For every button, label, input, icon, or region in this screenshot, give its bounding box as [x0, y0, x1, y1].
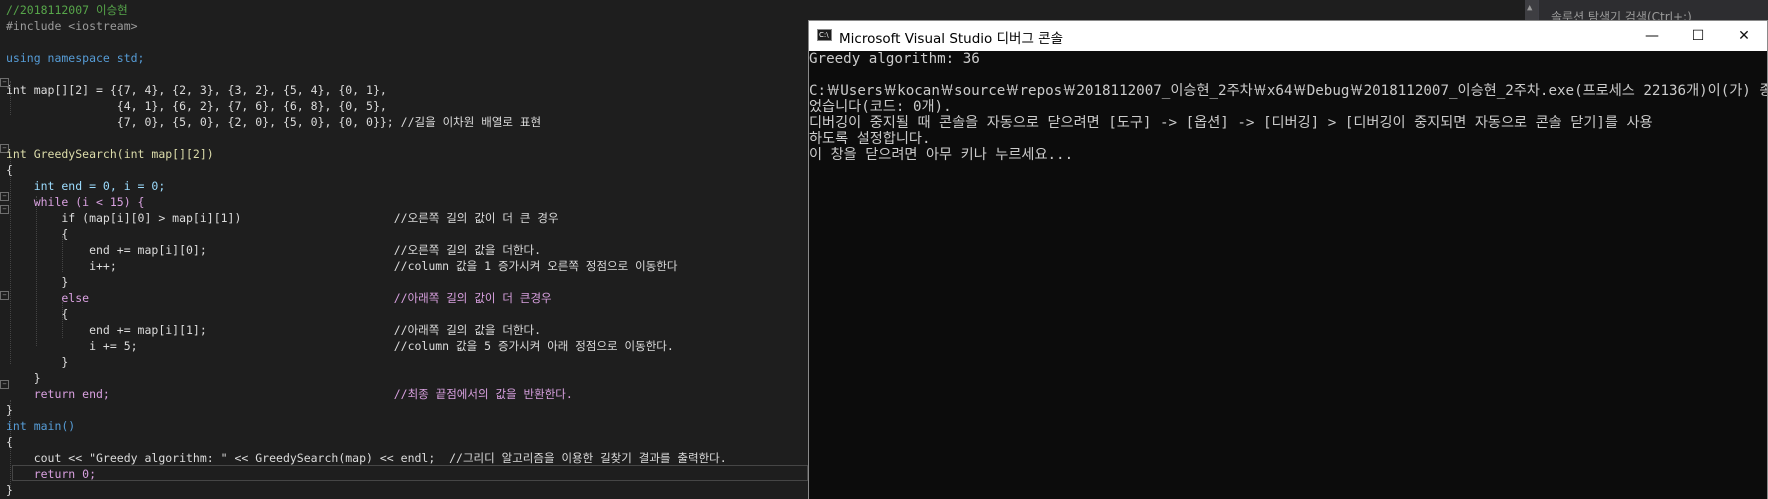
code-line: int GreedySearch(int map[][2]) [6, 147, 214, 161]
code-line: {4, 1}, {6, 2}, {7, 6}, {6, 8}, {0, 5}, [6, 99, 387, 113]
code-line: while (i < 15) { [6, 195, 145, 209]
code-line: i += 5; //column 값을 5 증가시켜 아래 정점으로 이동한다. [6, 339, 674, 353]
debug-console-window[interactable]: C:\ Microsoft Visual Studio 디버그 콘솔 — ☐ ✕… [808, 20, 1768, 499]
console-title: Microsoft Visual Studio 디버그 콘솔 [839, 31, 1064, 47]
code-line: { [6, 435, 13, 449]
code-line: } [6, 275, 69, 289]
code-line: { [6, 307, 69, 321]
code-line: return end; //최종 끝점에서의 값을 반환한다. [6, 387, 573, 401]
code-editor[interactable]: − − − − − − //2018112007 이승현 #include <i… [0, 0, 808, 499]
code-line: int end = 0, i = 0; [6, 179, 166, 193]
scroll-up-icon[interactable]: ▲ [1527, 3, 1532, 13]
code-line: cout << "Greedy algorithm: " << GreedySe… [6, 451, 727, 465]
console-line: Greedy algorithm: 36 [809, 51, 980, 67]
code-line: if (map[i][0] > map[i][1]) //오른쪽 길의 값이 더… [6, 211, 559, 225]
console-line: 하도록 설정합니다. [809, 131, 931, 147]
code-line: { [6, 163, 13, 177]
console-app-icon: C:\ [817, 29, 832, 41]
console-line: 었습니다(코드: 0개). [809, 99, 952, 115]
code-line: int map[][2] = {{7, 4}, {2, 3}, {3, 2}, … [6, 83, 387, 97]
code-line: end += map[i][0]; //오른쪽 길의 값을 더한다. [6, 243, 542, 257]
console-output[interactable]: Greedy algorithm: 36 C:￦Users￦kocan￦sour… [809, 51, 1767, 499]
close-button[interactable]: ✕ [1721, 21, 1767, 51]
code-line: //2018112007 이승현 [6, 3, 128, 17]
code-line: i++; //column 값을 1 증가시켜 오른쪽 정점으로 이동한다 [6, 259, 678, 273]
code-line: else //아래쪽 길의 값이 더 큰경우 [6, 291, 552, 305]
code-line: } [6, 483, 13, 497]
console-line: 이 창을 닫으려면 아무 키나 누르세요... [809, 147, 1074, 163]
code-line: { [6, 227, 69, 241]
code-line: end += map[i][1]; //아래쪽 길의 값을 더한다. [6, 323, 542, 337]
console-titlebar[interactable]: C:\ Microsoft Visual Studio 디버그 콘솔 — ☐ ✕ [809, 21, 1767, 51]
current-line-highlight [12, 465, 808, 481]
console-line: 디버깅이 중지될 때 콘솔을 자동으로 닫으려면 [도구] -> [옵션] ->… [809, 115, 1653, 131]
code-line: #include <iostream> [6, 19, 138, 33]
code-line: int main() [6, 419, 76, 433]
code-line: using namespace std; [6, 51, 145, 65]
console-line: C:￦Users￦kocan￦source￦repos￦2018112007_이… [809, 83, 1767, 99]
minimize-button[interactable]: — [1629, 21, 1675, 51]
code-line: return 0; [6, 467, 97, 481]
code-line: } [6, 403, 13, 417]
code-line: {7, 0}, {5, 0}, {2, 0}, {5, 0}, {0, 0}};… [6, 115, 542, 129]
maximize-button[interactable]: ☐ [1675, 21, 1721, 51]
solution-explorer-panel: 솔루션 탐색기 검색(Ctrl+;) [1538, 0, 1768, 24]
code-line: } [6, 371, 41, 385]
code-line: } [6, 355, 69, 369]
